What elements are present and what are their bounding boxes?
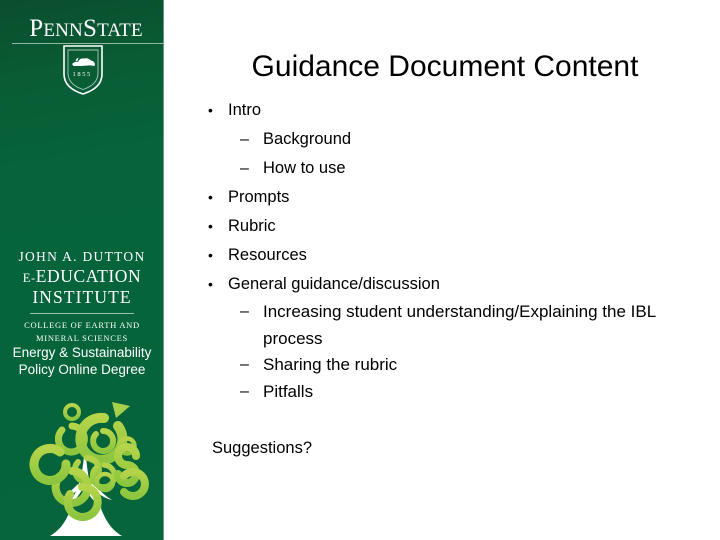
dutton-college-line2: MINERAL SCIENCES — [36, 332, 128, 343]
presentation-slide: PENNSTATE 1855 JOHN A. DUTTON E-EDUCATIO… — [0, 0, 720, 540]
branding-sidebar: PENNSTATE 1855 JOHN A. DUTTON E-EDUCATIO… — [0, 0, 164, 540]
pennstate-shield-lion-icon: 1855 — [63, 45, 103, 95]
dutton-e-prefix: E- — [22, 270, 36, 285]
bullet-item: • Resources — [196, 241, 696, 270]
sub-bullet-item: – How to use — [196, 154, 696, 183]
sidebar-edge-highlight — [163, 0, 164, 540]
sub-bullet-item: – Background — [196, 125, 696, 154]
dash-marker-icon: – — [240, 131, 249, 148]
svg-text:1855: 1855 — [73, 71, 92, 78]
dash-marker-icon: – — [240, 382, 249, 400]
escp-letter-tree-icon — [29, 402, 149, 536]
sub-bullet-item: – Pitfalls — [196, 379, 696, 406]
bullet-marker-icon: • — [208, 247, 213, 263]
dutton-education-word: EDUCATION — [35, 265, 142, 286]
bullet-text: Prompts — [228, 188, 290, 206]
dutton-line-institute: INSTITUTE — [32, 287, 132, 308]
bullet-text: Background — [263, 130, 352, 148]
dutton-line-e-education: E-EDUCATION — [0, 266, 164, 287]
pennstate-wordmark-s: S — [82, 15, 98, 42]
bullet-text: General guidance/discussion — [228, 275, 440, 293]
page-title: Guidance Document Content — [251, 50, 639, 83]
bullet-item: • General guidance/discussion — [196, 270, 696, 299]
bullet-marker-icon: • — [208, 276, 213, 292]
pennstate-wordmark-tate: TATE — [97, 20, 143, 41]
bullet-marker-icon: • — [208, 102, 213, 118]
bullet-marker-icon: • — [208, 218, 213, 234]
dutton-college-line1: COLLEGE OF EARTH AND — [24, 320, 140, 331]
dutton-line-john-a-dutton: JOHN A. DUTTON — [18, 249, 146, 264]
bullet-item: • Rubric — [196, 212, 696, 241]
dash-marker-icon: – — [240, 356, 249, 373]
sub-bullet-item: – Increasing student understanding/Explai… — [196, 299, 696, 352]
closing-question: Suggestions? — [212, 439, 312, 457]
degree-line2: Policy Online Degree — [18, 361, 146, 377]
sub-bullet-item: – Sharing the rubric — [196, 352, 696, 379]
dash-marker-icon: – — [240, 303, 249, 320]
bullet-text: Intro — [228, 101, 262, 119]
bullet-item: • Intro — [196, 96, 696, 125]
bullet-marker-icon: • — [208, 189, 213, 205]
dash-marker-icon: – — [240, 160, 249, 177]
bullet-text: How to use — [263, 159, 346, 177]
pennstate-logo: PENNSTATE 1855 — [0, 16, 164, 95]
bullet-list: • Intro – Background – How to use • Prompts • Rub… — [196, 96, 696, 405]
dutton-institute-logo: JOHN A. DUTTON E-EDUCATION INSTITUTE COL… — [0, 249, 164, 344]
bullet-text: Pitfalls — [263, 381, 314, 401]
pennstate-wordmark-enn: ENN — [43, 20, 83, 41]
degree-program-title: Energy & Sustainability Policy Online De… — [0, 345, 164, 379]
bullet-text: Resources — [228, 246, 307, 264]
dutton-divider-rule — [30, 313, 134, 315]
degree-line1: Energy & Sustainability — [12, 345, 152, 360]
pennstate-wordmark-p: P — [29, 15, 44, 42]
bullet-text: Rubric — [228, 217, 276, 235]
bullet-text: Sharing the rubric — [263, 355, 398, 374]
bullet-text: Increasing student understanding/Explain… — [263, 302, 656, 348]
pennstate-wordmark: PENNSTATE — [0, 16, 164, 41]
bullet-item: • Prompts — [196, 183, 696, 212]
